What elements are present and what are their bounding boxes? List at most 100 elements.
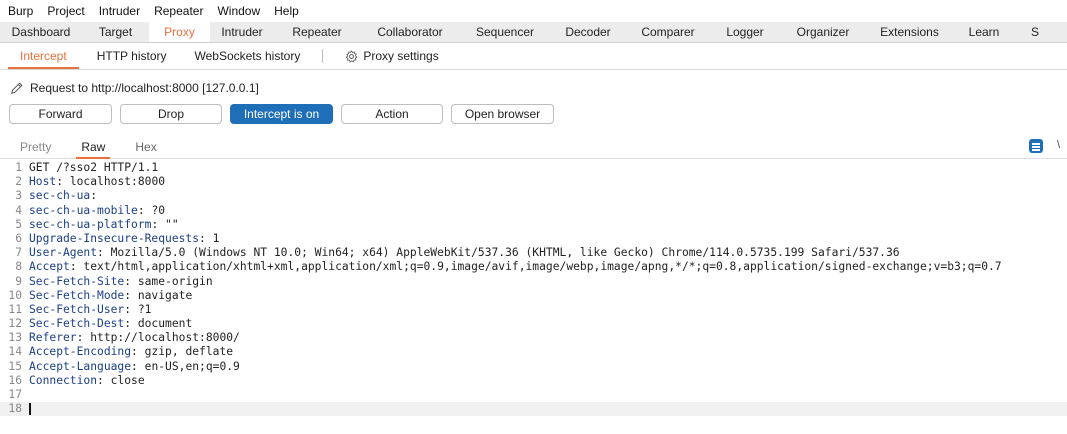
request-line[interactable]: 13 Referer: http://localhost:8000/: [0, 331, 1067, 345]
header-value: "": [158, 217, 179, 231]
tab-extensions[interactable]: Extensions: [866, 22, 953, 42]
header-name: Connection: [29, 373, 98, 387]
request-line[interactable]: 15 Accept-Language: en-US,en;q=0.9: [0, 360, 1067, 374]
tab-http-history[interactable]: HTTP history: [87, 43, 177, 69]
tab-intercept[interactable]: Intercept: [0, 43, 87, 69]
request-line[interactable]: 14 Accept-Encoding: gzip, deflate: [0, 345, 1067, 359]
request-line[interactable]: 18: [0, 402, 1067, 417]
tab-repeater[interactable]: Repeater: [274, 22, 360, 42]
header-name: Sec-Fetch-Site: [29, 274, 125, 288]
forward-button[interactable]: Forward: [9, 104, 112, 124]
proxy-sub-tabs: Intercept HTTP history WebSockets histor…: [0, 43, 1067, 70]
tab-settings-cut[interactable]: S: [1015, 22, 1067, 42]
header-colon: :: [124, 274, 132, 288]
line-content: Upgrade-Insecure-Requests: 1: [29, 232, 219, 246]
header-name: Sec-Fetch-Mode: [29, 288, 125, 302]
tab-collaborator[interactable]: Collaborator: [360, 22, 460, 42]
header-value: localhost:8000: [63, 175, 166, 189]
request-line[interactable]: 7 User-Agent: Mozilla/5.0 (Windows NT 10.…: [0, 246, 1067, 260]
tab-decoder[interactable]: Decoder: [550, 22, 626, 42]
open-browser-button[interactable]: Open browser: [451, 104, 554, 124]
gear-icon: [346, 49, 358, 62]
line-content: GET /?sso2 HTTP/1.1: [29, 161, 158, 175]
menu-help[interactable]: Help: [267, 0, 306, 22]
request-line[interactable]: 6 Upgrade-Insecure-Requests: 1: [0, 232, 1067, 246]
proxy-settings-button[interactable]: Proxy settings: [335, 43, 448, 69]
header-colon: :: [56, 175, 64, 189]
header-colon: :: [124, 288, 132, 302]
intercept-toolbar: Forward Drop Intercept is on Action Open…: [9, 104, 554, 126]
menu-project[interactable]: Project: [40, 0, 91, 22]
tab-organizer[interactable]: Organizer: [780, 22, 866, 42]
header-name: Sec-Fetch-Dest: [29, 317, 125, 331]
tab-logger[interactable]: Logger: [710, 22, 780, 42]
drop-button[interactable]: Drop: [120, 104, 222, 124]
header-name: Referer: [29, 331, 77, 345]
header-colon: :: [199, 231, 206, 245]
action-button[interactable]: Action: [341, 104, 443, 124]
request-line[interactable]: 16 Connection: close: [0, 374, 1067, 388]
line-number: 17: [8, 388, 22, 401]
tab-learn[interactable]: Learn: [953, 22, 1015, 42]
wrap-lines-icon[interactable]: [1029, 139, 1043, 153]
line-content: [29, 402, 31, 416]
header-name: Accept-Encoding: [29, 345, 132, 359]
request-line[interactable]: 2 Host: localhost:8000: [0, 175, 1067, 189]
line-number: 2: [15, 175, 22, 189]
menu-burp[interactable]: Burp: [0, 0, 40, 22]
header-value: http://localhost:8000/: [83, 331, 240, 345]
header-value: navigate: [131, 288, 193, 302]
request-line[interactable]: 12 Sec-Fetch-Dest: document: [0, 317, 1067, 331]
tab-raw[interactable]: Raw: [66, 136, 120, 159]
tab-pretty[interactable]: Pretty: [0, 136, 66, 158]
tab-comparer[interactable]: Comparer: [626, 22, 710, 42]
request-line[interactable]: 17: [0, 388, 1067, 402]
request-line[interactable]: 1 GET /?sso2 HTTP/1.1: [0, 161, 1067, 175]
line-number: 18: [8, 402, 22, 416]
tab-hex[interactable]: Hex: [120, 136, 171, 158]
header-value: ?1: [131, 302, 152, 316]
header-name: sec-ch-ua-platform: [29, 217, 152, 231]
line-content: Sec-Fetch-Mode: navigate: [29, 289, 192, 303]
request-line[interactable]: 8 Accept: text/html,application/xhtml+xml…: [0, 260, 1067, 274]
header-colon: :: [137, 203, 145, 217]
tab-websockets-history[interactable]: WebSockets history: [177, 43, 311, 69]
header-value: gzip, deflate: [137, 345, 234, 359]
toolbar-cut-label[interactable]: \: [1057, 139, 1060, 151]
header-name: sec-ch-ua-mobile: [29, 203, 138, 217]
header-value: ?0: [144, 203, 166, 217]
request-line[interactable]: 4 sec-ch-ua-mobile: ?0: [0, 204, 1067, 218]
header-colon: :: [131, 345, 138, 359]
tab-sequencer[interactable]: Sequencer: [460, 22, 550, 42]
header-colon: :: [124, 302, 132, 316]
tab-dashboard[interactable]: Dashboard: [0, 22, 82, 42]
request-editor[interactable]: 1 GET /?sso2 HTTP/1.1 2 Host: localhost:800…: [0, 161, 1067, 417]
request-line[interactable]: 9 Sec-Fetch-Site: same-origin: [0, 275, 1067, 289]
line-content: Accept: text/html,application/xhtml+xml,…: [29, 260, 1002, 274]
header-colon: :: [97, 246, 104, 260]
request-line[interactable]: 11 Sec-Fetch-User: ?1: [0, 303, 1067, 317]
line-content: Accept-Encoding: gzip, deflate: [29, 345, 233, 359]
line-content: Sec-Fetch-Dest: document: [29, 317, 192, 331]
editor-view-tabs: Pretty Raw Hex: [0, 136, 1067, 159]
menu-bar: Burp Project Intruder Repeater Window He…: [0, 0, 1067, 22]
pencil-icon: [11, 82, 23, 94]
menu-intruder[interactable]: Intruder: [92, 0, 147, 22]
header-value: 1: [205, 231, 220, 245]
tab-target[interactable]: Target: [82, 22, 149, 42]
line-content: sec-ch-ua-platform: "": [29, 218, 179, 232]
header-name: Accept-Language: [29, 359, 132, 373]
intercept-toggle-button[interactable]: Intercept is on: [230, 104, 333, 124]
header-colon: :: [90, 189, 98, 203]
line-content: Accept-Language: en-US,en;q=0.9: [29, 360, 240, 374]
header-name: Host: [29, 175, 57, 189]
menu-repeater[interactable]: Repeater: [147, 0, 210, 22]
request-line[interactable]: 10 Sec-Fetch-Mode: navigate: [0, 289, 1067, 303]
request-line[interactable]: 5 sec-ch-ua-platform: "": [0, 218, 1067, 232]
tab-proxy[interactable]: Proxy: [149, 22, 210, 42]
tab-divider: [322, 49, 324, 63]
tab-intruder[interactable]: Intruder: [210, 22, 274, 42]
request-line[interactable]: 3 sec-ch-ua:: [0, 189, 1067, 203]
menu-window[interactable]: Window: [210, 0, 267, 22]
line-number: 8: [15, 260, 22, 274]
